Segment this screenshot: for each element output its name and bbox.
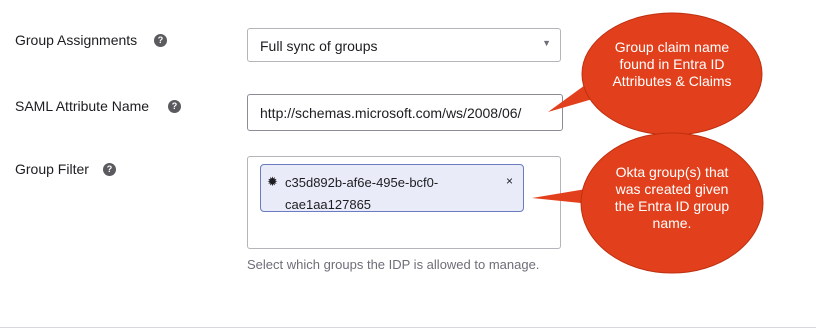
callout-text-2: Okta group(s) that was created given the… bbox=[614, 164, 730, 231]
callout-text-1: Group claim name found in Entra ID Attri… bbox=[612, 39, 732, 89]
